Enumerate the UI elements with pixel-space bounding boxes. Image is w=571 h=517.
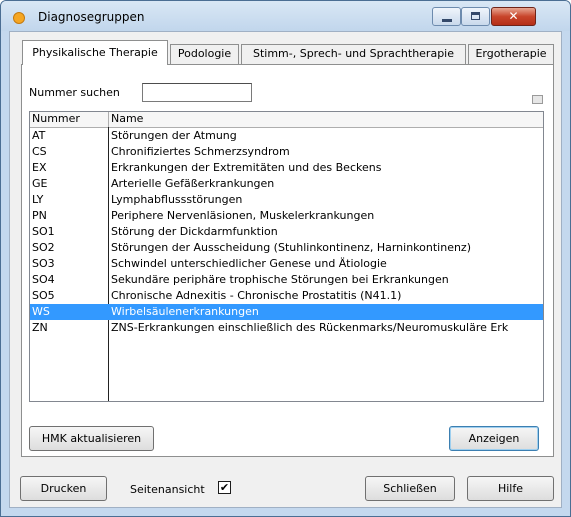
table-row[interactable]: AT Störungen der Atmung — [30, 128, 543, 144]
table-row[interactable]: SO3 Schwindel unterschiedlicher Genese un… — [30, 256, 543, 272]
row-name: Störungen der Ausscheidung (Stuhlinkonti… — [111, 241, 471, 254]
column-header-name[interactable]: Name — [109, 112, 543, 127]
title-bar[interactable]: Diagnosegruppen ✕ — [1, 1, 570, 31]
row-name: Wirbelsäulenerkrankungen — [111, 305, 259, 318]
hmk-update-button[interactable]: HMK aktualisieren — [29, 426, 154, 451]
list-rows: AT Störungen der Atmung CS Chronifiziertes… — [30, 128, 543, 336]
table-row[interactable]: EX Erkrankungen der Extremitäten und des … — [30, 160, 543, 176]
tab-podologie[interactable]: Podologie — [170, 44, 239, 64]
row-code: EX — [32, 161, 47, 174]
column-header-nummer[interactable]: Nummer — [30, 112, 109, 127]
tab-physikalische-therapie[interactable]: Physikalische Therapie — [22, 40, 168, 65]
minimize-icon — [442, 19, 452, 22]
minimize-button[interactable] — [432, 7, 461, 26]
table-row[interactable]: SO1 Störung der Dickdarmfunktion — [30, 224, 543, 240]
row-code: PN — [32, 209, 47, 222]
resize-grip[interactable] — [532, 95, 543, 104]
table-row-selected[interactable]: WS Wirbelsäulenerkrankungen — [30, 304, 543, 320]
tab-panel: Nummer suchen Nummer Name AT Störungen de… — [21, 64, 554, 457]
table-row[interactable]: SO2 Störungen der Ausscheidung (Stuhlinko… — [30, 240, 543, 256]
row-code: SO5 — [32, 289, 55, 302]
tab-stimm-sprech-sprachtherapie[interactable]: Stimm-, Sprech- und Sprachtherapie — [241, 44, 466, 64]
row-code: ZN — [32, 321, 48, 334]
close-icon: ✕ — [508, 9, 519, 23]
search-label: Nummer suchen — [29, 86, 120, 99]
close-button[interactable]: ✕ — [491, 7, 536, 26]
row-name: Erkrankungen der Extremitäten und des Be… — [111, 161, 382, 174]
search-input[interactable] — [142, 83, 252, 102]
row-code: SO3 — [32, 257, 55, 270]
close-dialog-button[interactable]: Schließen — [365, 476, 455, 501]
row-name: Schwindel unterschiedlicher Genese und Ä… — [111, 257, 387, 270]
table-row[interactable]: LY Lymphabflussstörungen — [30, 192, 543, 208]
row-code: CS — [32, 145, 47, 158]
row-name: Periphere Nervenläsionen, Muskelerkranku… — [111, 209, 375, 222]
row-name: Störung der Dickdarmfunktion — [111, 225, 278, 238]
row-name: Chronifiziertes Schmerzsyndrom — [111, 145, 290, 158]
column-headers: Nummer Name — [30, 112, 543, 128]
table-row[interactable]: GE Arterielle Gefäßerkrankungen — [30, 176, 543, 192]
row-name: ZNS-Erkrankungen einschließlich des Rück… — [111, 321, 509, 334]
row-code: AT — [32, 129, 46, 142]
table-row[interactable]: CS Chronifiziertes Schmerzsyndrom — [30, 144, 543, 160]
row-code: WS — [32, 305, 50, 318]
window-title: Diagnosegruppen — [38, 10, 145, 24]
row-name: Chronische Adnexitis - Chronische Prosta… — [111, 289, 402, 302]
row-code: GE — [32, 177, 48, 190]
checkmark-icon: ✔ — [219, 481, 230, 494]
row-name: Lymphabflussstörungen — [111, 193, 243, 206]
print-button[interactable]: Drucken — [20, 476, 107, 501]
app-icon — [13, 12, 25, 24]
dialog-window: Diagnosegruppen ✕ Physikalische Therapie… — [0, 0, 571, 517]
page-preview-checkbox[interactable]: ✔ — [218, 481, 231, 494]
diagnosis-list[interactable]: Nummer Name AT Störungen der Atmung CS Chr… — [29, 111, 544, 402]
row-name: Sekundäre periphäre trophische Störungen… — [111, 273, 449, 286]
table-row[interactable]: ZN ZNS-Erkrankungen einschließlich des Rü… — [30, 320, 543, 336]
row-name: Arterielle Gefäßerkrankungen — [111, 177, 275, 190]
table-row[interactable]: PN Periphere Nervenläsionen, Muskelerkran… — [30, 208, 543, 224]
table-row[interactable]: SO4 Sekundäre periphäre trophische Störun… — [30, 272, 543, 288]
maximize-icon — [471, 12, 480, 20]
show-button[interactable]: Anzeigen — [449, 426, 539, 451]
row-code: SO1 — [32, 225, 55, 238]
row-code: SO2 — [32, 241, 55, 254]
row-code: LY — [32, 193, 44, 206]
tab-ergotherapie[interactable]: Ergotherapie — [468, 44, 554, 64]
row-code: SO4 — [32, 273, 55, 286]
maximize-button[interactable] — [461, 7, 490, 26]
page-preview-label: Seitenansicht — [130, 483, 205, 496]
table-row[interactable]: SO5 Chronische Adnexitis - Chronische Pro… — [30, 288, 543, 304]
dialog-client-area: Physikalische Therapie Podologie Stimm-,… — [9, 31, 562, 508]
help-button[interactable]: Hilfe — [467, 476, 554, 501]
row-name: Störungen der Atmung — [111, 129, 237, 142]
